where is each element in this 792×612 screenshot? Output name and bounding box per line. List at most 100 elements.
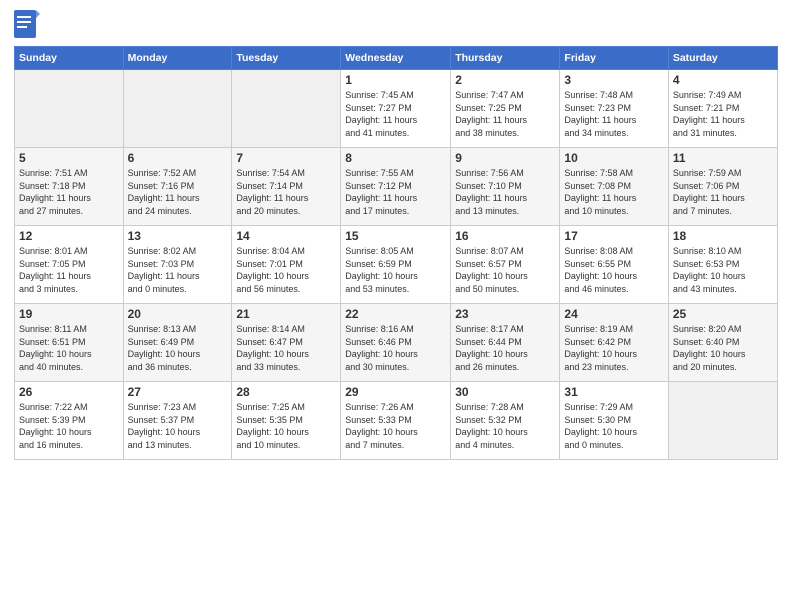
- day-info: Sunrise: 8:04 AMSunset: 7:01 PMDaylight:…: [236, 245, 336, 295]
- weekday-header-friday: Friday: [560, 47, 668, 70]
- day-number: 14: [236, 229, 336, 243]
- calendar-cell: 6 Sunrise: 7:52 AMSunset: 7:16 PMDaylight…: [123, 148, 232, 226]
- day-info: Sunrise: 7:28 AMSunset: 5:32 PMDaylight:…: [455, 401, 555, 451]
- day-number: 18: [673, 229, 773, 243]
- day-number: 12: [19, 229, 119, 243]
- day-info: Sunrise: 7:45 AMSunset: 7:27 PMDaylight:…: [345, 89, 446, 139]
- day-number: 6: [128, 151, 228, 165]
- calendar-cell: 31 Sunrise: 7:29 AMSunset: 5:30 PMDayligh…: [560, 382, 668, 460]
- day-info: Sunrise: 7:48 AMSunset: 7:23 PMDaylight:…: [564, 89, 663, 139]
- day-number: 20: [128, 307, 228, 321]
- calendar-cell: 8Sunrise: 7:55 AMSunset: 7:12 PMDaylight…: [341, 148, 451, 226]
- day-info: Sunrise: 8:16 AMSunset: 6:46 PMDaylight:…: [345, 323, 446, 373]
- day-number: 8: [345, 151, 446, 165]
- calendar-cell: [232, 70, 341, 148]
- day-number: 3: [564, 73, 663, 87]
- calendar-cell: 2 Sunrise: 7:47 AMSunset: 7:25 PMDaylight…: [451, 70, 560, 148]
- day-number: 28: [236, 385, 336, 399]
- calendar-cell: 27 Sunrise: 7:23 AMSunset: 5:37 PMDayligh…: [123, 382, 232, 460]
- calendar-cell: 9 Sunrise: 7:56 AMSunset: 7:10 PMDaylight…: [451, 148, 560, 226]
- day-info: Sunrise: 7:26 AMSunset: 5:33 PMDaylight:…: [345, 401, 446, 451]
- logo-icon: [14, 10, 40, 40]
- day-info: Sunrise: 7:25 AMSunset: 5:35 PMDaylight:…: [236, 401, 336, 451]
- day-info: Sunrise: 8:07 AMSunset: 6:57 PMDaylight:…: [455, 245, 555, 295]
- day-number: 5: [19, 151, 119, 165]
- weekday-header-saturday: Saturday: [668, 47, 777, 70]
- calendar-cell: 4 Sunrise: 7:49 AMSunset: 7:21 PMDaylight…: [668, 70, 777, 148]
- day-info: Sunrise: 8:20 AMSunset: 6:40 PMDaylight:…: [673, 323, 773, 373]
- logo: [14, 10, 40, 40]
- day-number: 9: [455, 151, 555, 165]
- day-info: Sunrise: 7:47 AMSunset: 7:25 PMDaylight:…: [455, 89, 555, 139]
- calendar-cell: 5Sunrise: 7:51 AMSunset: 7:18 PMDaylight…: [15, 148, 124, 226]
- day-info: Sunrise: 7:58 AMSunset: 7:08 PMDaylight:…: [564, 167, 663, 217]
- day-number: 16: [455, 229, 555, 243]
- calendar-cell: 28 Sunrise: 7:25 AMSunset: 5:35 PMDayligh…: [232, 382, 341, 460]
- calendar-cell: 20 Sunrise: 8:13 AMSunset: 6:49 PMDayligh…: [123, 304, 232, 382]
- day-number: 4: [673, 73, 773, 87]
- header: [14, 10, 778, 40]
- calendar-cell: 15 Sunrise: 8:05 AMSunset: 6:59 PMDayligh…: [341, 226, 451, 304]
- day-number: 17: [564, 229, 663, 243]
- calendar-week-row: 5Sunrise: 7:51 AMSunset: 7:18 PMDaylight…: [15, 148, 778, 226]
- calendar-cell: 26Sunrise: 7:22 AMSunset: 5:39 PMDayligh…: [15, 382, 124, 460]
- calendar-cell: 29Sunrise: 7:26 AMSunset: 5:33 PMDayligh…: [341, 382, 451, 460]
- day-info: Sunrise: 8:10 AMSunset: 6:53 PMDaylight:…: [673, 245, 773, 295]
- day-number: 21: [236, 307, 336, 321]
- calendar-cell: 7Sunrise: 7:54 AMSunset: 7:14 PMDaylight…: [232, 148, 341, 226]
- day-info: Sunrise: 7:29 AMSunset: 5:30 PMDaylight:…: [564, 401, 663, 451]
- calendar-cell: 17 Sunrise: 8:08 AMSunset: 6:55 PMDayligh…: [560, 226, 668, 304]
- calendar-week-row: 12 Sunrise: 8:01 AMSunset: 7:05 PMDayligh…: [15, 226, 778, 304]
- calendar-cell: 23Sunrise: 8:17 AMSunset: 6:44 PMDayligh…: [451, 304, 560, 382]
- calendar-cell: [123, 70, 232, 148]
- day-info: Sunrise: 7:23 AMSunset: 5:37 PMDaylight:…: [128, 401, 228, 451]
- calendar-cell: 18 Sunrise: 8:10 AMSunset: 6:53 PMDayligh…: [668, 226, 777, 304]
- calendar-cell: 1 Sunrise: 7:45 AMSunset: 7:27 PMDaylight…: [341, 70, 451, 148]
- day-info: Sunrise: 7:52 AMSunset: 7:16 PMDaylight:…: [128, 167, 228, 217]
- weekday-header-thursday: Thursday: [451, 47, 560, 70]
- day-number: 7: [236, 151, 336, 165]
- weekday-header-monday: Monday: [123, 47, 232, 70]
- calendar-week-row: 19 Sunrise: 8:11 AMSunset: 6:51 PMDayligh…: [15, 304, 778, 382]
- day-info: Sunrise: 7:22 AMSunset: 5:39 PMDaylight:…: [19, 401, 119, 451]
- day-number: 24: [564, 307, 663, 321]
- day-info: Sunrise: 8:08 AMSunset: 6:55 PMDaylight:…: [564, 245, 663, 295]
- calendar-cell: 3 Sunrise: 7:48 AMSunset: 7:23 PMDaylight…: [560, 70, 668, 148]
- calendar-cell: 22 Sunrise: 8:16 AMSunset: 6:46 PMDayligh…: [341, 304, 451, 382]
- calendar-cell: 10 Sunrise: 7:58 AMSunset: 7:08 PMDayligh…: [560, 148, 668, 226]
- day-info: Sunrise: 7:49 AMSunset: 7:21 PMDaylight:…: [673, 89, 773, 139]
- day-info: Sunrise: 8:05 AMSunset: 6:59 PMDaylight:…: [345, 245, 446, 295]
- day-info: Sunrise: 8:01 AMSunset: 7:05 PMDaylight:…: [19, 245, 119, 295]
- calendar-cell: 12 Sunrise: 8:01 AMSunset: 7:05 PMDayligh…: [15, 226, 124, 304]
- calendar-week-row: 1 Sunrise: 7:45 AMSunset: 7:27 PMDaylight…: [15, 70, 778, 148]
- calendar-cell: 13 Sunrise: 8:02 AMSunset: 7:03 PMDayligh…: [123, 226, 232, 304]
- day-number: 27: [128, 385, 228, 399]
- day-info: Sunrise: 8:19 AMSunset: 6:42 PMDaylight:…: [564, 323, 663, 373]
- day-number: 30: [455, 385, 555, 399]
- day-number: 13: [128, 229, 228, 243]
- day-info: Sunrise: 8:17 AMSunset: 6:44 PMDaylight:…: [455, 323, 555, 373]
- calendar-cell: 19 Sunrise: 8:11 AMSunset: 6:51 PMDayligh…: [15, 304, 124, 382]
- day-info: Sunrise: 7:56 AMSunset: 7:10 PMDaylight:…: [455, 167, 555, 217]
- day-number: 31: [564, 385, 663, 399]
- weekday-header-tuesday: Tuesday: [232, 47, 341, 70]
- calendar-cell: 16 Sunrise: 8:07 AMSunset: 6:57 PMDayligh…: [451, 226, 560, 304]
- calendar-cell: 25Sunrise: 8:20 AMSunset: 6:40 PMDayligh…: [668, 304, 777, 382]
- day-number: 19: [19, 307, 119, 321]
- calendar-cell: [15, 70, 124, 148]
- day-number: 1: [345, 73, 446, 87]
- day-number: 10: [564, 151, 663, 165]
- day-number: 15: [345, 229, 446, 243]
- weekday-header-row: SundayMondayTuesdayWednesdayThursdayFrid…: [15, 47, 778, 70]
- day-info: Sunrise: 8:11 AMSunset: 6:51 PMDaylight:…: [19, 323, 119, 373]
- day-number: 11: [673, 151, 773, 165]
- day-info: Sunrise: 8:02 AMSunset: 7:03 PMDaylight:…: [128, 245, 228, 295]
- day-number: 2: [455, 73, 555, 87]
- weekday-header-sunday: Sunday: [15, 47, 124, 70]
- weekday-header-wednesday: Wednesday: [341, 47, 451, 70]
- day-number: 22: [345, 307, 446, 321]
- calendar-cell: 24 Sunrise: 8:19 AMSunset: 6:42 PMDayligh…: [560, 304, 668, 382]
- day-info: Sunrise: 8:13 AMSunset: 6:49 PMDaylight:…: [128, 323, 228, 373]
- calendar-cell: 30 Sunrise: 7:28 AMSunset: 5:32 PMDayligh…: [451, 382, 560, 460]
- calendar-table: SundayMondayTuesdayWednesdayThursdayFrid…: [14, 46, 778, 460]
